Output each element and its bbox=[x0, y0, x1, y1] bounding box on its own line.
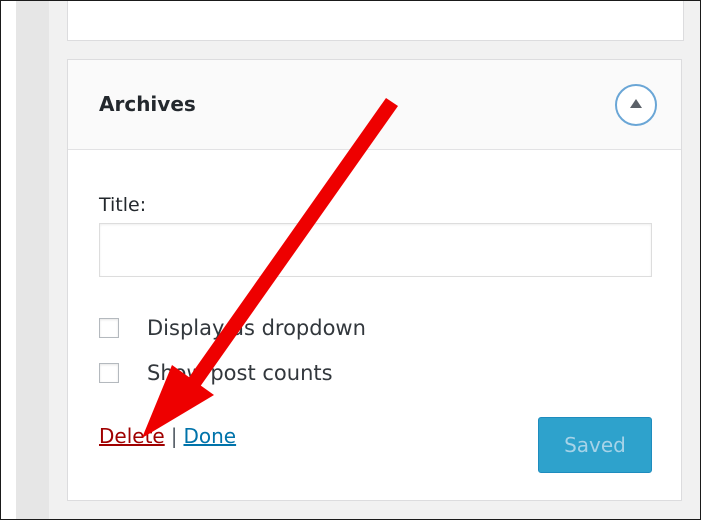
post-counts-label: Show post counts bbox=[147, 361, 333, 385]
delete-link[interactable]: Delete bbox=[99, 424, 165, 448]
widget-actions: Delete | Done bbox=[99, 424, 236, 448]
sidebar-strip bbox=[16, 1, 49, 519]
saved-button[interactable]: Saved bbox=[538, 417, 652, 473]
link-separator: | bbox=[170, 424, 178, 448]
done-link[interactable]: Done bbox=[183, 424, 236, 448]
archives-widget: Archives Title: Display as dropdown Show… bbox=[67, 59, 682, 501]
post-counts-option[interactable]: Show post counts bbox=[99, 358, 333, 388]
dropdown-option[interactable]: Display as dropdown bbox=[99, 313, 366, 343]
previous-widget[interactable] bbox=[67, 1, 684, 41]
widget-header[interactable]: Archives bbox=[68, 60, 681, 150]
screenshot-frame: Archives Title: Display as dropdown Show… bbox=[0, 0, 701, 520]
post-counts-checkbox[interactable] bbox=[99, 363, 119, 383]
dropdown-checkbox[interactable] bbox=[99, 318, 119, 338]
arrow-up-icon bbox=[630, 99, 642, 108]
dropdown-label: Display as dropdown bbox=[147, 316, 366, 340]
title-input[interactable] bbox=[99, 223, 652, 277]
widget-title: Archives bbox=[99, 92, 196, 116]
widget-toggle-button[interactable] bbox=[615, 84, 657, 126]
title-label: Title: bbox=[99, 194, 147, 216]
